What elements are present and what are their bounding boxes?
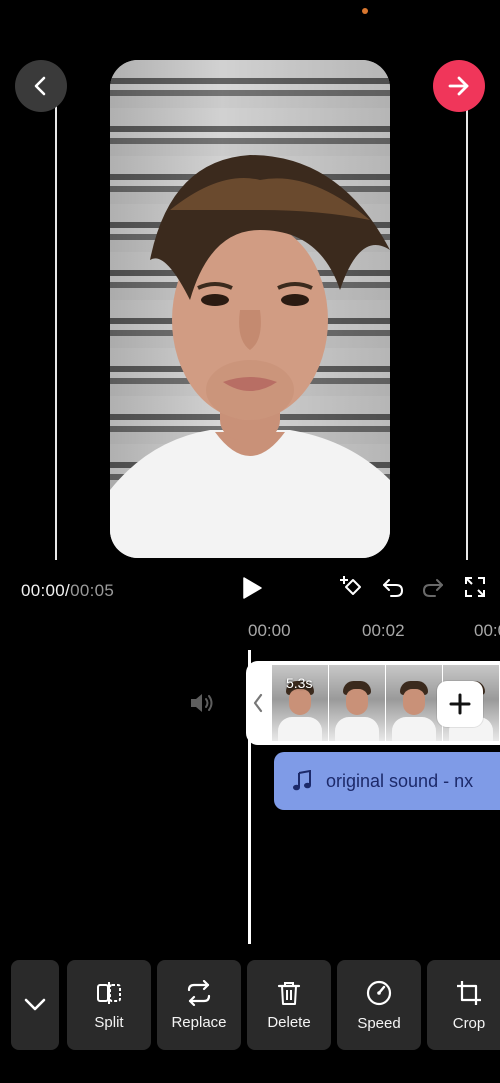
left-guide-line: [55, 88, 57, 560]
mute-toggle[interactable]: [188, 690, 216, 721]
fullscreen-button[interactable]: [460, 572, 490, 602]
playhead[interactable]: [248, 650, 251, 944]
collapse-toolbar-button[interactable]: [11, 960, 59, 1050]
ruler-label-0: 00:00: [248, 621, 291, 640]
video-preview[interactable]: [110, 60, 390, 558]
chevron-left-icon: [253, 693, 263, 713]
trash-icon: [277, 981, 301, 1005]
back-button[interactable]: [15, 60, 67, 112]
audio-track-label: original sound - nx: [326, 770, 474, 791]
play-icon: [243, 577, 262, 599]
time-readout: 00:00/00:05: [21, 581, 114, 601]
split-label: Split: [94, 1013, 124, 1031]
plus-icon: [449, 693, 471, 715]
split-button[interactable]: Split: [67, 960, 151, 1050]
replace-button[interactable]: Replace: [157, 960, 241, 1050]
speed-button[interactable]: Speed: [337, 960, 421, 1050]
chevron-down-icon: [24, 998, 46, 1011]
keyframe-button[interactable]: [336, 572, 366, 602]
redo-icon: [422, 579, 443, 597]
play-button[interactable]: [236, 572, 268, 604]
undo-button[interactable]: [378, 572, 408, 602]
video-editor-screen: 00:00/00:05 00:00 00:02 00: 5.3s origina…: [0, 0, 500, 1083]
fullscreen-icon: [465, 577, 485, 597]
delete-label: Delete: [267, 1013, 311, 1031]
replace-icon: [187, 979, 211, 1006]
total-time: 00:05: [70, 581, 115, 600]
clip-thumbnail: [386, 665, 442, 741]
speed-label: Speed: [357, 1014, 401, 1032]
ruler-label-2: 00:0: [474, 621, 500, 640]
ruler-label-1: 00:02: [362, 621, 405, 640]
right-guide-line: [466, 88, 468, 560]
undo-icon: [383, 579, 404, 597]
crop-label: Crop: [452, 1014, 486, 1032]
speed-icon: [366, 980, 392, 1005]
current-time: 00:00: [21, 581, 66, 600]
replace-label: Replace: [171, 1013, 227, 1031]
redo-button[interactable]: [418, 572, 448, 602]
arrow-right-icon: [448, 76, 469, 96]
crop-icon: [457, 980, 481, 1005]
delete-button[interactable]: Delete: [247, 960, 331, 1050]
split-icon: [97, 981, 121, 1004]
clip-duration: 5.3s: [286, 675, 313, 691]
speaker-icon: [191, 694, 213, 712]
crop-button[interactable]: Crop: [427, 960, 500, 1050]
recording-indicator-dot: [362, 8, 368, 14]
add-clip-button[interactable]: [437, 681, 483, 727]
audio-track[interactable]: original sound - nx: [274, 752, 500, 810]
chevron-left-icon: [34, 76, 46, 96]
next-button[interactable]: [433, 60, 485, 112]
video-frame: [110, 155, 390, 558]
keyframe-add-icon: [340, 576, 361, 595]
music-note-icon: [293, 770, 311, 791]
clip-thumbnail: [329, 665, 385, 741]
